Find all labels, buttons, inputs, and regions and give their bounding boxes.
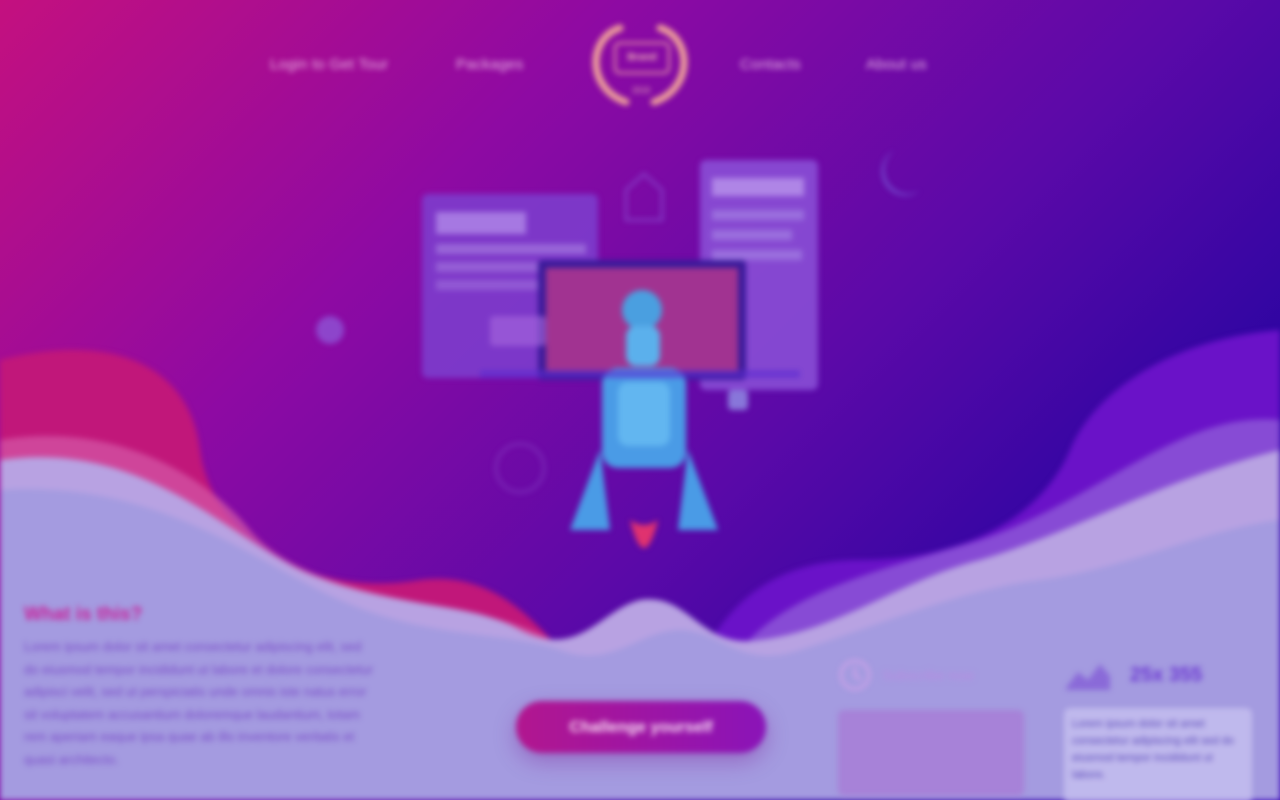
challenge-yourself-button[interactable]: Challenge yourself — [516, 701, 766, 753]
nav-login-link[interactable]: Login to Get Tour — [270, 56, 388, 73]
feature-card-stats: 25x 355 Lorem ipsum dolor sit amet conse… — [1064, 650, 1256, 800]
nav-contacts-link[interactable]: Contacts — [740, 56, 801, 73]
moon-icon — [881, 150, 921, 196]
feature-header: 25x 355 — [1064, 650, 1256, 700]
logo-text: Brand — [614, 42, 670, 74]
nav-packages-link[interactable]: Packages — [456, 56, 523, 73]
stat-value: 25x 355 — [1130, 663, 1203, 686]
feature-card-subscribe: Subscribe now — [838, 650, 1030, 800]
feature-header: Subscribe now — [838, 650, 1030, 700]
feature-card-image — [838, 710, 1024, 796]
page-root: Login to Get Tour Packages Brand 2019 Co… — [0, 0, 1280, 800]
top-navigation: Login to Get Tour Packages Brand 2019 Co… — [0, 0, 1280, 130]
about-title: What is this? — [24, 604, 143, 625]
clock-icon — [839, 659, 871, 691]
nav-about-link[interactable]: About us — [866, 56, 927, 73]
logo[interactable]: Brand 2019 — [578, 18, 702, 108]
subscribe-label[interactable]: Subscribe now — [882, 667, 974, 683]
feature-description: Lorem ipsum dolor sit amet consectetur a… — [1064, 708, 1252, 800]
about-body: Lorem ipsum dolor sit amet consectetur a… — [24, 639, 374, 767]
chart-icon — [1066, 664, 1110, 690]
logo-subtext: 2019 — [632, 86, 650, 95]
